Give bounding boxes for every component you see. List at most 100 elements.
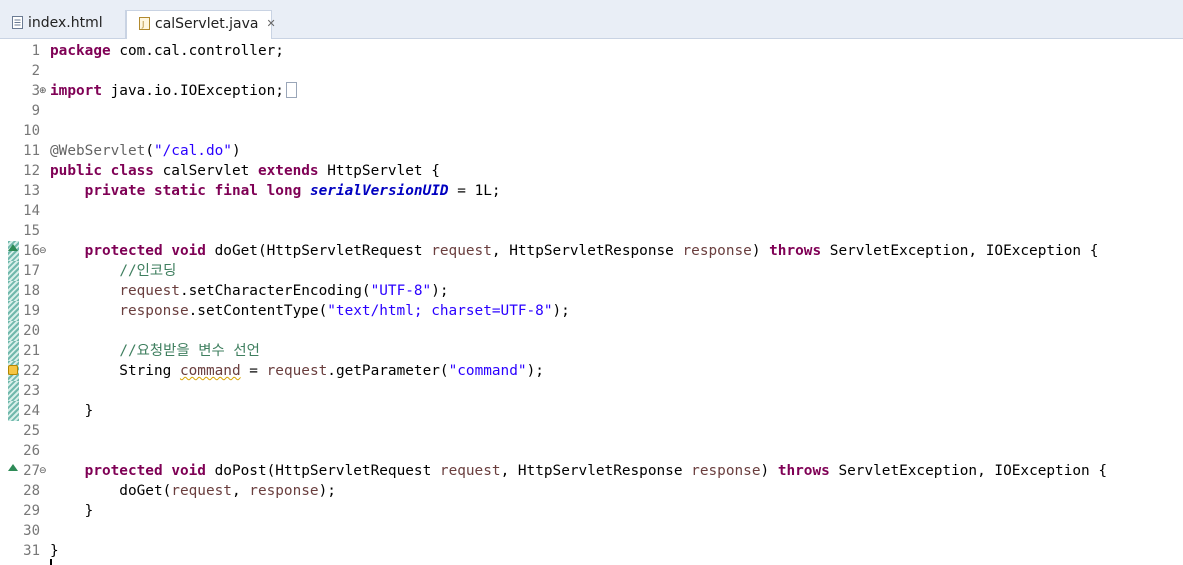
code-line[interactable]: package com.cal.controller;: [50, 41, 1175, 61]
line-number: 3: [31, 83, 40, 99]
code-line[interactable]: [50, 321, 1175, 341]
tab-label: calServlet.java: [155, 16, 259, 32]
code-token: response: [682, 243, 752, 259]
code-token: calServlet: [153, 163, 258, 179]
code-editor[interactable]: 1 package com.cal.controller; 2 3 ⊕ import ja…: [0, 39, 1183, 565]
code-token: public: [50, 163, 102, 179]
close-icon[interactable]: ✕: [266, 17, 275, 30]
code-line[interactable]: //인코딩: [50, 261, 1175, 281]
code-line[interactable]: request.setCharacterEncoding("UTF-8");: [50, 281, 1175, 301]
code-token: protected: [84, 463, 163, 479]
code-token: (: [145, 143, 154, 159]
code-token: serialVersionUID: [309, 183, 449, 199]
code-token: "command": [448, 363, 527, 379]
code-line[interactable]: [50, 421, 1175, 441]
line-number: 19: [23, 303, 40, 319]
text-cursor: [50, 559, 52, 565]
code-line[interactable]: private static final long serialVersionU…: [50, 181, 1175, 201]
collapse-fold-icon[interactable]: ⊖: [39, 241, 48, 261]
line-number: 16: [23, 243, 40, 259]
code-line[interactable]: [50, 121, 1175, 141]
code-token: ): [760, 463, 778, 479]
expand-fold-icon[interactable]: ⊕: [39, 81, 48, 101]
html-file-icon: [12, 16, 23, 29]
line-number: 28: [23, 483, 40, 499]
code-token: }: [50, 503, 94, 519]
line-number: 17: [23, 263, 40, 279]
line-number: 21: [23, 343, 40, 359]
code-token: @WebServlet: [50, 143, 146, 159]
line-number: 26: [23, 443, 40, 459]
code-token: );: [552, 303, 570, 319]
code-token: void: [171, 463, 206, 479]
code-token: class: [110, 163, 154, 179]
code-token: package: [50, 43, 111, 59]
code-token: String: [50, 363, 180, 379]
code-token: request: [266, 363, 328, 379]
line-number: 22: [23, 363, 40, 379]
code-line[interactable]: [50, 201, 1175, 221]
tab-label: index.html: [28, 15, 103, 31]
code-token: "/cal.do": [153, 143, 232, 159]
code-line[interactable]: @WebServlet("/cal.do"): [50, 141, 1175, 161]
line-number: 12: [23, 163, 40, 179]
code-line[interactable]: [50, 221, 1175, 241]
code-token: ): [231, 143, 241, 159]
code-token: command: [179, 363, 241, 379]
tab-calservlet-java[interactable]: JcalServlet.java ✕: [126, 10, 276, 39]
code-line[interactable]: String command = request.getParameter("c…: [50, 361, 1175, 381]
code-line[interactable]: import java.io.IOException;: [50, 81, 1175, 101]
line-number: 31: [23, 543, 40, 559]
code-line[interactable]: protected void doPost(HttpServletRequest…: [50, 461, 1175, 481]
code-line[interactable]: public class calServlet extends HttpServ…: [50, 161, 1175, 181]
line-number: 1: [31, 43, 40, 59]
warning-icon[interactable]: [8, 365, 18, 375]
line-number: 15: [23, 223, 40, 239]
code-line[interactable]: response.setContentType("text/html; char…: [50, 301, 1175, 321]
code-line[interactable]: [50, 441, 1175, 461]
code-token: private: [84, 183, 146, 199]
code-line[interactable]: [50, 521, 1175, 541]
code-line[interactable]: //요청받을 변수 선언: [50, 341, 1175, 361]
code-token: doPost(HttpServletRequest: [205, 463, 440, 479]
code-line[interactable]: [50, 61, 1175, 81]
line-number: 11: [23, 143, 40, 159]
tab-index-html[interactable]: index.html: [0, 10, 126, 38]
collapse-fold-icon[interactable]: ⊖: [39, 461, 48, 481]
code-token: ServletException, IOException {: [829, 463, 1108, 479]
override-icon[interactable]: [8, 244, 18, 251]
code-token: );: [431, 283, 449, 299]
code-token: request: [171, 483, 232, 499]
code-line[interactable]: [50, 101, 1175, 121]
code-line[interactable]: [50, 381, 1175, 401]
folded-imports-icon[interactable]: [285, 82, 297, 98]
code-token: long: [266, 183, 302, 199]
code-token: "UTF-8": [370, 283, 432, 299]
line-number: 25: [23, 423, 40, 439]
override-icon[interactable]: [8, 464, 18, 471]
code-token: );: [318, 483, 336, 499]
code-token: doGet(HttpServletRequest: [205, 243, 432, 259]
code-line[interactable]: }: [50, 501, 1175, 521]
code-line[interactable]: protected void doGet(HttpServletRequest …: [50, 241, 1175, 261]
code-token: , HttpServletResponse: [500, 463, 692, 479]
code-token: response: [119, 303, 189, 319]
code-token: = 1L;: [448, 183, 501, 199]
code-token: response: [691, 463, 761, 479]
code-token: }: [50, 403, 94, 419]
code-line[interactable]: }: [50, 541, 1175, 561]
code-line[interactable]: doGet(request, response);: [50, 481, 1175, 501]
code-token: ServletException, IOException {: [821, 243, 1099, 259]
code-line[interactable]: }: [50, 401, 1175, 421]
code-token: .getParameter(: [327, 363, 449, 379]
line-number: 27: [23, 463, 40, 479]
